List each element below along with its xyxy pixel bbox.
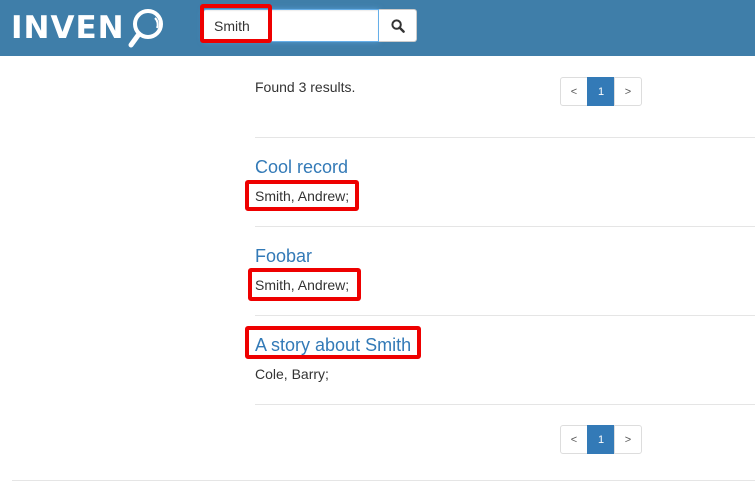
navbar: INVEN <box>0 0 755 56</box>
author-highlight-box <box>248 268 361 301</box>
search-highlight-box <box>200 4 272 43</box>
pagination-page-1[interactable]: 1 <box>587 425 615 454</box>
title-highlight-box <box>245 326 421 359</box>
pagination-bottom: < 1 > <box>560 425 642 454</box>
divider <box>255 226 755 227</box>
divider <box>255 315 755 316</box>
pagination-prev[interactable]: < <box>560 425 588 454</box>
invenio-logo[interactable]: INVEN <box>11 6 173 50</box>
record-title-link[interactable]: Foobar <box>255 246 312 266</box>
logo-text: INVEN <box>11 9 125 46</box>
results-count: Found 3 results. <box>255 79 356 95</box>
record-authors: Cole, Barry; <box>255 366 329 382</box>
author-highlight-box <box>245 180 359 211</box>
search-icon <box>390 18 405 33</box>
pagination-next[interactable]: > <box>614 425 642 454</box>
footer-divider <box>12 480 755 481</box>
pagination-prev[interactable]: < <box>560 77 588 106</box>
search-button[interactable] <box>379 9 417 42</box>
record-title-link[interactable]: Cool record <box>255 157 348 177</box>
divider <box>255 404 755 405</box>
pagination-top: < 1 > <box>560 77 642 106</box>
divider <box>255 137 755 138</box>
pagination-next[interactable]: > <box>614 77 642 106</box>
pagination-page-1[interactable]: 1 <box>587 77 615 106</box>
magnifier-icon <box>128 9 163 48</box>
